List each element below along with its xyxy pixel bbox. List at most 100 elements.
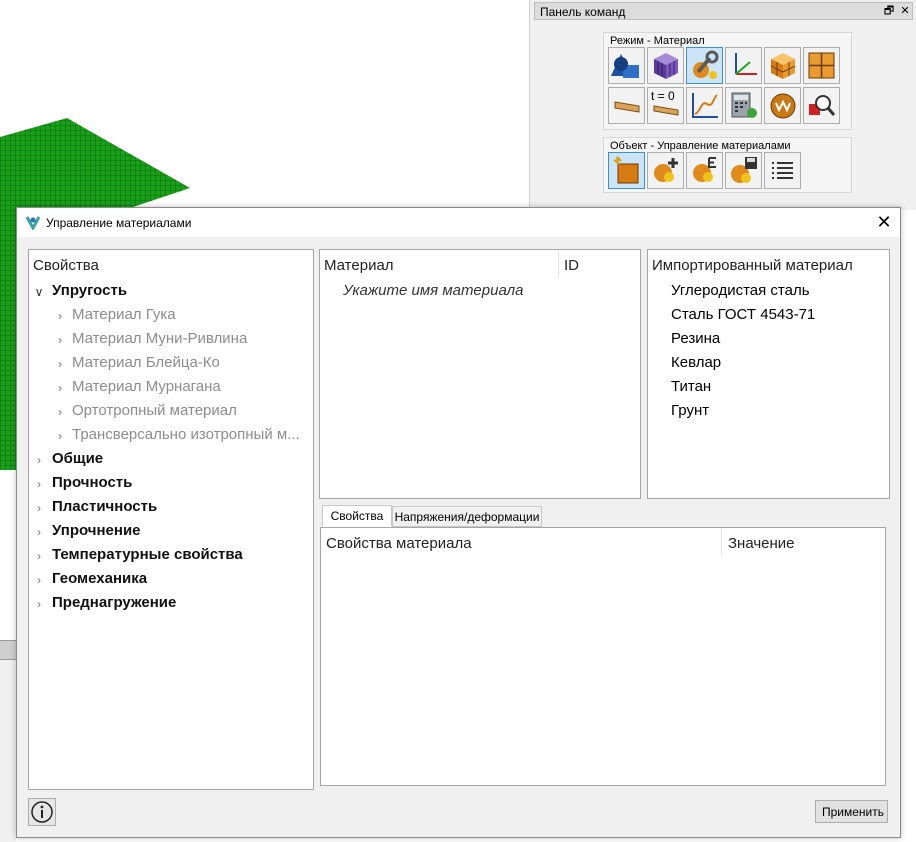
new-material-icon bbox=[613, 156, 639, 184]
column-header-id[interactable]: ID bbox=[564, 257, 579, 274]
chevron-right-icon[interactable]: › bbox=[54, 333, 66, 347]
command-panel-titlebar: Панель команд 🗗 ✕ bbox=[534, 2, 913, 20]
save-material-button[interactable] bbox=[725, 152, 762, 189]
chevron-right-icon[interactable]: › bbox=[33, 549, 45, 563]
tab-properties[interactable]: Свойства bbox=[322, 505, 392, 527]
calculator-gear-icon bbox=[731, 92, 757, 118]
chevron-right-icon[interactable]: › bbox=[33, 501, 45, 515]
material-properties-table[interactable]: Свойства материала Значение bbox=[320, 527, 886, 786]
tree-item-label: Прочность bbox=[52, 474, 133, 491]
curve-chart-icon bbox=[692, 93, 718, 118]
tree-item-label: Материал Блейца-Ко bbox=[72, 354, 220, 371]
tree-item-label: Геомеханика bbox=[52, 570, 148, 587]
mesh-side-face bbox=[0, 208, 16, 470]
column-header-property[interactable]: Свойства материала bbox=[326, 535, 472, 552]
material-name-input[interactable]: Укажите имя материала bbox=[343, 282, 523, 299]
material-table[interactable]: Материал ID Укажите имя материала bbox=[319, 249, 641, 499]
material-manager-dialog: Управление материалами ✕ Свойства ∨ Упру… bbox=[16, 207, 901, 838]
chevron-right-icon[interactable]: › bbox=[33, 573, 45, 587]
imported-material-list[interactable]: Импортированный материал Углеродистая ст… bbox=[647, 249, 890, 499]
column-header-value[interactable]: Значение bbox=[728, 535, 795, 552]
command-panel: Панель команд 🗗 ✕ Режим - Материал t = 0… bbox=[529, 0, 916, 210]
chevron-right-icon[interactable]: › bbox=[54, 405, 66, 419]
mesh-mode-button[interactable] bbox=[647, 47, 684, 84]
material-wrench-icon bbox=[693, 50, 719, 79]
list-item[interactable]: Кевлар bbox=[671, 354, 721, 371]
tab-stress-strain[interactable]: Напряжения/деформации bbox=[392, 506, 542, 527]
properties-tree-header: Свойства bbox=[33, 257, 99, 274]
column-divider[interactable] bbox=[558, 250, 559, 278]
tree-item-label: Упругость bbox=[52, 282, 128, 299]
magnifier-icon bbox=[809, 95, 836, 116]
mode-material-group: Режим - Материал t = 0 bbox=[603, 32, 852, 130]
list-item[interactable]: Титан bbox=[671, 378, 711, 395]
tree-item-label: Материал Муни-Ривлина bbox=[72, 330, 248, 347]
float-window-icon[interactable]: 🗗 bbox=[882, 4, 896, 18]
surface-grid-button[interactable] bbox=[803, 47, 840, 84]
material-list-button[interactable] bbox=[764, 152, 801, 189]
tree-item-label: Ортотропный материал bbox=[72, 402, 237, 419]
add-material-button[interactable] bbox=[647, 152, 684, 189]
app-logo-icon bbox=[25, 216, 41, 230]
material-mode-button[interactable] bbox=[686, 47, 723, 84]
load-function-button[interactable] bbox=[764, 87, 801, 124]
mode-group-label: Режим - Материал bbox=[610, 35, 705, 47]
column-header-material[interactable]: Материал bbox=[324, 257, 394, 274]
imported-list-header: Импортированный материал bbox=[652, 257, 853, 274]
list-item[interactable]: Сталь ГОСТ 4543-71 bbox=[671, 306, 815, 323]
mesh-top-face bbox=[0, 118, 190, 208]
beam-icon bbox=[614, 101, 640, 113]
beam-section-button[interactable] bbox=[608, 87, 645, 124]
chevron-right-icon[interactable]: › bbox=[54, 357, 66, 371]
initial-conditions-button[interactable]: t = 0 bbox=[647, 87, 684, 124]
orange-cube-icon bbox=[770, 53, 796, 79]
coordinate-system-button[interactable] bbox=[725, 47, 762, 84]
tree-item-label: Упрочнение bbox=[52, 522, 141, 539]
command-panel-title: Панель команд bbox=[540, 5, 626, 19]
chevron-down-icon[interactable]: ∨ bbox=[33, 285, 45, 299]
geometry-shapes-icon bbox=[611, 54, 639, 78]
wave-circle-icon bbox=[770, 93, 796, 119]
chevron-right-icon[interactable]: › bbox=[33, 525, 45, 539]
new-material-button[interactable] bbox=[608, 152, 645, 189]
geometry-mode-button[interactable] bbox=[608, 47, 645, 84]
chevron-right-icon[interactable]: › bbox=[33, 477, 45, 491]
column-divider[interactable] bbox=[721, 528, 722, 556]
list-item[interactable]: Резина bbox=[671, 330, 720, 347]
edit-material-icon bbox=[693, 157, 716, 182]
initial-beam-icon bbox=[653, 105, 679, 116]
chevron-right-icon[interactable]: › bbox=[54, 429, 66, 443]
close-icon[interactable]: ✕ bbox=[874, 212, 894, 232]
list-item[interactable]: Углеродистая сталь bbox=[671, 282, 810, 299]
mesh-cube-icon bbox=[654, 53, 678, 79]
calculator-button[interactable] bbox=[725, 87, 762, 124]
apply-button[interactable]: Применить bbox=[815, 800, 888, 823]
object-group-label: Объект - Управление материалами bbox=[610, 140, 791, 152]
curve-chart-button[interactable] bbox=[686, 87, 723, 124]
chevron-right-icon[interactable]: › bbox=[33, 597, 45, 611]
chevron-right-icon[interactable]: › bbox=[54, 381, 66, 395]
volume-mesh-button[interactable] bbox=[764, 47, 801, 84]
info-button[interactable] bbox=[28, 798, 56, 826]
chevron-right-icon[interactable]: › bbox=[54, 309, 66, 323]
dialog-title: Управление материалами bbox=[46, 216, 192, 230]
info-icon bbox=[31, 801, 53, 823]
tree-item-label: Преднагружение bbox=[52, 594, 177, 611]
tree-item-label: Материал Мурнагана bbox=[72, 378, 221, 395]
properties-tree[interactable]: Свойства ∨ Упругость › Материал Гука › М… bbox=[28, 249, 314, 790]
tree-item-label: Общие bbox=[52, 450, 104, 467]
tree-item-label: Температурные свойства bbox=[52, 546, 243, 563]
background-toolbar-strip bbox=[0, 640, 16, 660]
background-panel-strip bbox=[0, 660, 16, 842]
axes-icon bbox=[735, 53, 757, 75]
inspect-button[interactable] bbox=[803, 87, 840, 124]
close-icon[interactable]: ✕ bbox=[898, 4, 912, 18]
list-item[interactable]: Грунт bbox=[671, 402, 709, 419]
add-material-icon bbox=[654, 158, 678, 182]
t0-label: t = 0 bbox=[651, 89, 675, 103]
chevron-right-icon[interactable]: › bbox=[33, 453, 45, 467]
grid-icon bbox=[808, 52, 835, 79]
edit-material-button[interactable] bbox=[686, 152, 723, 189]
dialog-titlebar[interactable]: Управление материалами ✕ bbox=[17, 208, 900, 237]
tree-item-label: Пластичность bbox=[52, 498, 158, 515]
